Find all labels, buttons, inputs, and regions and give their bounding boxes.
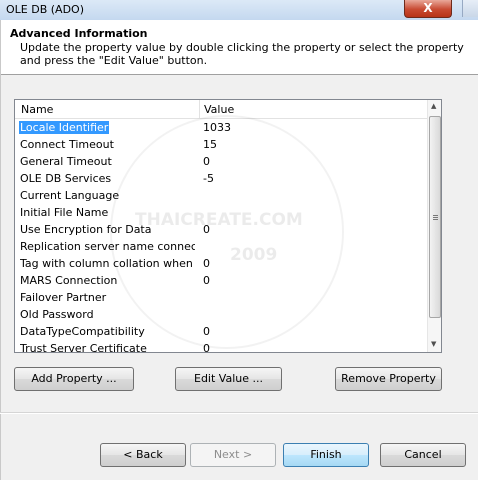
property-name: Locale Identifier (19, 121, 110, 134)
back-button[interactable]: < Back (100, 443, 186, 467)
list-item[interactable]: Current Language (15, 187, 427, 204)
property-name: DataTypeCompatibility (20, 325, 145, 338)
property-name: Connect Timeout (20, 138, 114, 151)
edit-value-button[interactable]: Edit Value ... (175, 367, 282, 391)
property-value: 0 (203, 155, 210, 168)
cancel-button[interactable]: Cancel (380, 443, 466, 467)
list-item[interactable]: OLE DB Services -5 (15, 170, 427, 187)
list-item[interactable]: Trust Server Certificate 0 (15, 340, 427, 353)
property-name: General Timeout (20, 155, 112, 168)
property-name: OLE DB Services (20, 172, 112, 185)
property-name: Current Language (20, 189, 120, 202)
property-value: 15 (203, 138, 217, 151)
close-icon: X (423, 1, 433, 15)
scroll-up-icon[interactable]: ▲ (431, 102, 436, 110)
window-title: OLE DB (ADO) (6, 3, 84, 16)
window-left-edge (0, 20, 1, 480)
finish-button[interactable]: Finish (283, 443, 369, 467)
list-item[interactable]: Failover Partner (15, 289, 427, 306)
header-panel: Advanced Information Update the property… (0, 20, 478, 75)
title-bar: OLE DB (ADO) X (0, 0, 478, 21)
scrollbar-thumb[interactable] (429, 116, 441, 318)
watermark-year: 2009 (230, 245, 278, 265)
header-description: Update the property value by double clic… (20, 41, 464, 67)
property-value: 0 (203, 342, 210, 353)
list-item[interactable]: DataTypeCompatibility 0 (15, 323, 427, 340)
close-button[interactable]: X (404, 0, 452, 18)
property-value: 0 (203, 325, 210, 338)
list-item[interactable]: Old Password (15, 306, 427, 323)
vertical-scrollbar[interactable]: ▲ ▼ (427, 100, 441, 352)
window-edge-button (462, 0, 478, 17)
add-property-button[interactable]: Add Property ... (14, 367, 134, 391)
property-name: Replication server name connect o... (20, 240, 195, 253)
remove-property-button[interactable]: Remove Property (335, 367, 442, 391)
property-name: Failover Partner (20, 291, 107, 304)
list-item[interactable]: General Timeout 0 (15, 153, 427, 170)
column-separator[interactable] (199, 100, 200, 118)
grip-icon (433, 215, 438, 216)
list-rows: Locale Identifier 1033 Connect Timeout 1… (15, 119, 427, 353)
list-item[interactable]: Tag with column collation when p... 0 (15, 255, 427, 272)
scroll-down-icon[interactable]: ▼ (431, 340, 436, 348)
property-value: 0 (203, 257, 210, 270)
property-name: MARS Connection (20, 274, 118, 287)
footer-divider-highlight (0, 413, 478, 414)
column-header-name[interactable]: Name (21, 103, 53, 116)
list-item[interactable]: MARS Connection 0 (15, 272, 427, 289)
list-item[interactable]: Connect Timeout 15 (15, 136, 427, 153)
column-header-value[interactable]: Value (204, 103, 234, 116)
property-name: Old Password (20, 308, 94, 321)
list-item[interactable]: Locale Identifier 1033 (15, 119, 427, 136)
header-title: Advanced Information (10, 27, 148, 40)
list-item[interactable]: Replication server name connect o... (15, 238, 427, 255)
next-button[interactable]: Next > (190, 443, 276, 467)
property-value: 1033 (203, 121, 231, 134)
property-name: Tag with column collation when p... (20, 257, 195, 270)
list-header: Name Value (15, 100, 427, 119)
watermark-text: THAICREATE.COM (135, 210, 303, 230)
property-name: Trust Server Certificate (20, 342, 147, 353)
property-value: 0 (203, 274, 210, 287)
property-value: -5 (203, 172, 214, 185)
